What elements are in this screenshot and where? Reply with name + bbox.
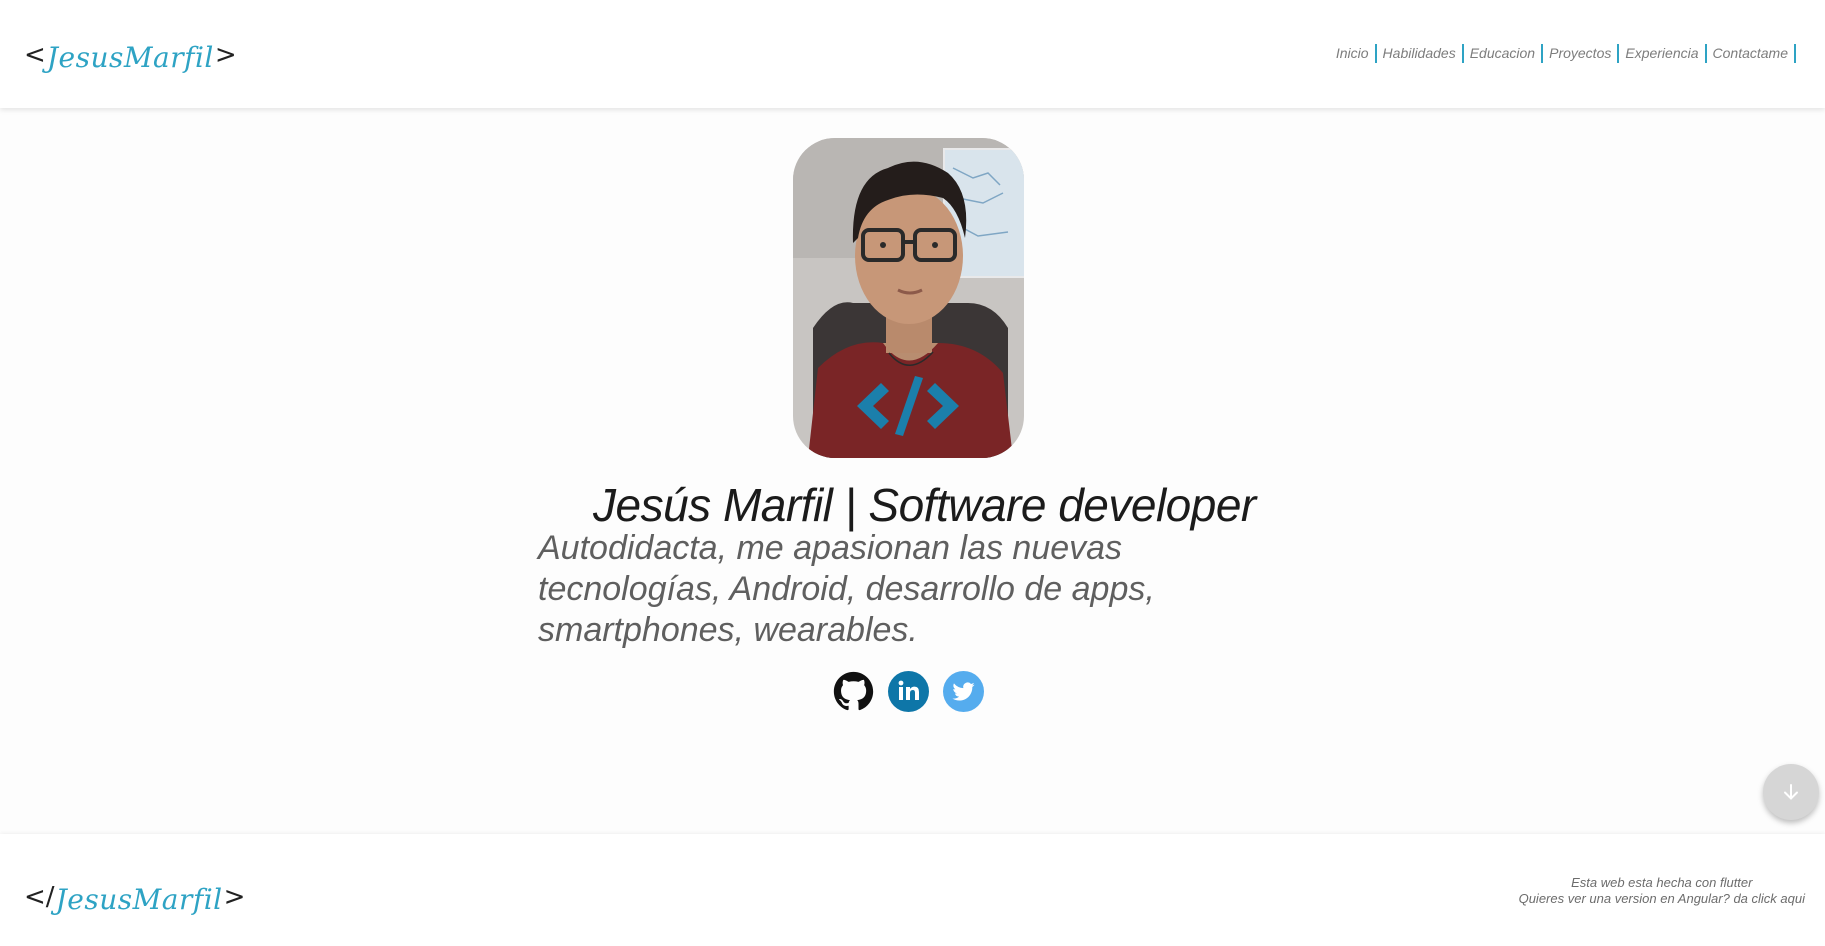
hero-section: Jesús Marfil | Software developer Autodi…	[0, 108, 1825, 834]
social-links	[833, 671, 984, 712]
page-footer: </ JesusMarfil > Esta web esta hecha con…	[0, 834, 1825, 946]
scroll-down-button[interactable]	[1763, 764, 1819, 820]
site-logo[interactable]: < JesusMarfil >	[24, 38, 237, 74]
footer-logo-name: JesusMarfil	[55, 883, 223, 916]
logo-bracket-open: <	[24, 39, 46, 70]
linkedin-icon[interactable]	[888, 671, 929, 712]
logo-name: JesusMarfil	[46, 41, 214, 74]
github-icon[interactable]	[833, 671, 874, 712]
nav-item-habilidades[interactable]: Habilidades	[1377, 44, 1464, 63]
main-nav: Inicio Habilidades Educacion Proyectos E…	[1336, 44, 1796, 63]
hero-title: Jesús Marfil | Software developer	[593, 479, 1256, 531]
twitter-icon[interactable]	[943, 671, 984, 712]
nav-item-experiencia[interactable]: Experiencia	[1619, 44, 1707, 63]
footer-note: Esta web esta hecha con flutter Quieres …	[1519, 875, 1805, 907]
footer-logo[interactable]: </ JesusMarfil >	[24, 880, 246, 916]
angular-version-link[interactable]: Quieres ver una version en Angular? da c…	[1519, 891, 1805, 906]
arrow-down-icon	[1784, 784, 1798, 800]
footer-logo-bracket-close: >	[223, 881, 246, 912]
nav-item-proyectos[interactable]: Proyectos	[1543, 44, 1620, 63]
footer-note-line1: Esta web esta hecha con flutter	[1571, 875, 1753, 890]
profile-photo	[793, 138, 1024, 458]
hero-subtitle: Autodidacta, me apasionan las nuevas tec…	[538, 529, 1155, 649]
profile-photo-illustration	[793, 138, 1024, 458]
nav-item-inicio[interactable]: Inicio	[1336, 44, 1377, 63]
top-header: < JesusMarfil > Inicio Habilidades Educa…	[0, 0, 1825, 108]
nav-item-contactame[interactable]: Contactame	[1707, 44, 1796, 63]
nav-item-educacion[interactable]: Educacion	[1464, 44, 1544, 63]
footer-logo-bracket-open: </	[24, 881, 55, 912]
logo-bracket-close: >	[214, 39, 237, 70]
